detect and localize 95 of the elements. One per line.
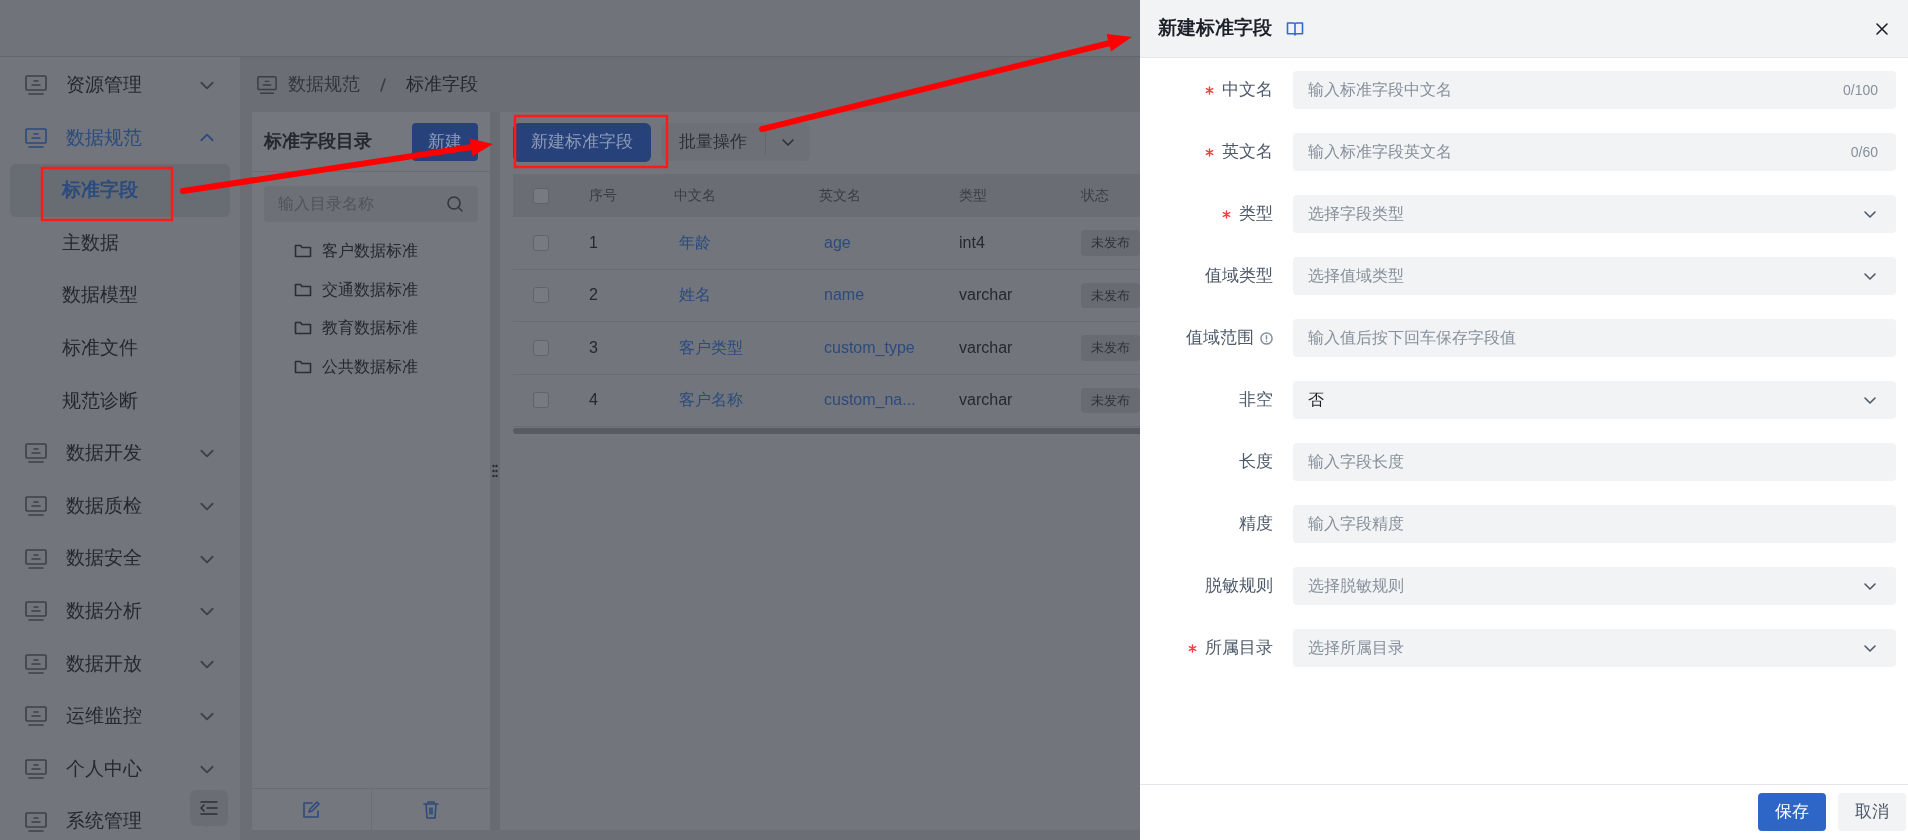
monitor-icon [24,810,48,833]
monitor-icon [256,74,278,95]
input-field[interactable]: 输入字段长度 [1293,443,1896,481]
delete-icon[interactable] [421,799,440,820]
new-field-button[interactable]: 新建标准字段 [513,122,651,162]
sidebar-subitem[interactable]: 规范诊断 [10,374,230,428]
batch-actions-button[interactable]: 批量操作 [661,123,810,161]
input-field[interactable]: 输入标准字段英文名 0/60 [1293,133,1896,171]
sidebar-item[interactable]: 数据规范 [0,111,240,165]
status-tag: 未发布 [1081,230,1140,256]
monitor-icon [24,126,48,149]
sidebar-subitem[interactable]: 主数据 [10,216,230,270]
char-counter: 0/100 [1842,80,1878,100]
select-field[interactable]: 否 [1293,381,1896,419]
table-cell-text: 4 [589,390,598,411]
sidebar-item[interactable]: 数据开发 [0,427,240,480]
field-label: 长度 [1239,451,1273,474]
field-link[interactable]: 姓名 [674,283,711,308]
field-label: 所属目录 [1205,637,1273,660]
folder-item[interactable]: 教育数据标准 [252,309,490,348]
table-cell-text: varchar [959,390,1013,411]
monitor-icon [24,547,48,570]
cancel-button[interactable]: 取消 [1838,792,1906,831]
book-icon[interactable] [1286,20,1304,37]
select-field[interactable]: 选择脱敏规则 [1293,567,1896,605]
field-label: 中文名 [1222,79,1273,102]
sidebar-subitem[interactable]: 标准文件 [10,321,230,375]
char-counter: 0/60 [1850,142,1878,162]
field-link[interactable]: custom_na... [819,388,916,413]
drawer-title: 新建标准字段 [1158,16,1272,41]
status-tag: 未发布 [1081,387,1140,413]
field-label: 脱敏规则 [1205,575,1273,598]
sidebar-item[interactable]: 运维监控 [0,690,240,743]
field-link[interactable]: 客户类型 [674,335,743,360]
separator-icon [378,75,388,94]
field-label: 类型 [1239,203,1273,226]
sidebar-item[interactable]: 个人中心 [0,742,240,796]
folder-icon [294,281,312,298]
status-tag: 未发布 [1081,335,1140,361]
table-cell-text: varchar [959,285,1013,306]
monitor-icon [24,758,48,780]
field-link[interactable]: custom_type [819,335,915,360]
edit-icon[interactable] [301,799,322,820]
select-field[interactable]: 选择值域类型 [1293,257,1896,295]
sidebar-item[interactable]: 数据分析 [0,584,240,638]
table-cell-text: int4 [959,232,985,253]
sidebar-item[interactable]: 资源管理 [0,59,240,112]
field-label: 非空 [1239,389,1273,412]
save-button[interactable]: 保存 [1758,792,1826,831]
panel-title: 标准字段目录 [264,130,372,153]
field-label: 值域范围 [1186,327,1254,350]
field-label: 值域类型 [1205,265,1273,288]
monitor-icon [24,652,48,675]
drag-handle-icon[interactable] [492,464,498,478]
table-cell-text: 3 [589,337,598,358]
table-cell-text: 1 [589,232,598,253]
folder-icon [294,358,312,375]
folder-item[interactable]: 客户数据标准 [252,232,490,271]
folder-icon [294,243,312,260]
sidebar-item[interactable]: 系统管理 [0,795,240,840]
field-link[interactable]: 客户名称 [674,388,743,413]
table-cell-text: 2 [589,285,598,306]
folder-icon [294,320,312,337]
breadcrumb-item[interactable]: 标准字段 [406,71,478,98]
field-link[interactable]: name [819,283,865,308]
collapse-button[interactable] [190,790,228,826]
sidebar-item[interactable]: 数据质检 [0,479,240,533]
field-label: 英文名 [1222,141,1273,164]
folder-item[interactable]: 交通数据标准 [252,270,490,309]
input-field[interactable]: 输入值后按下回车保存字段值 [1293,319,1896,357]
sidebar-subitem[interactable]: 标准字段 [10,164,230,217]
table-cell-text: varchar [959,337,1013,358]
folder-item[interactable]: 公共数据标准 [252,347,490,386]
scrollbar[interactable] [513,428,1140,434]
monitor-icon [24,705,48,728]
sidebar-item[interactable]: 数据开放 [0,637,240,691]
breadcrumb-item[interactable]: 数据规范 [288,71,360,98]
sidebar-item[interactable]: 数据安全 [0,532,240,585]
input-field[interactable]: 输入标准字段中文名 0/100 [1293,71,1896,109]
status-tag: 未发布 [1081,282,1140,308]
input-field[interactable]: 输入字段精度 [1293,505,1896,543]
monitor-icon [24,442,48,465]
select-field[interactable]: 选择字段类型 [1293,195,1896,233]
field-link[interactable]: age [819,230,851,255]
monitor-icon [24,74,48,97]
monitor-icon [24,495,48,518]
search-icon [446,195,464,213]
field-link[interactable]: 年龄 [674,230,711,255]
sidebar-subitem[interactable]: 数据模型 [10,269,230,322]
collapse-icon [199,800,219,816]
monitor-icon [24,600,48,623]
field-label: 精度 [1239,513,1273,536]
info-icon[interactable] [1260,331,1273,345]
close-icon[interactable] [1874,20,1890,37]
select-field[interactable]: 选择所属目录 [1293,629,1896,667]
